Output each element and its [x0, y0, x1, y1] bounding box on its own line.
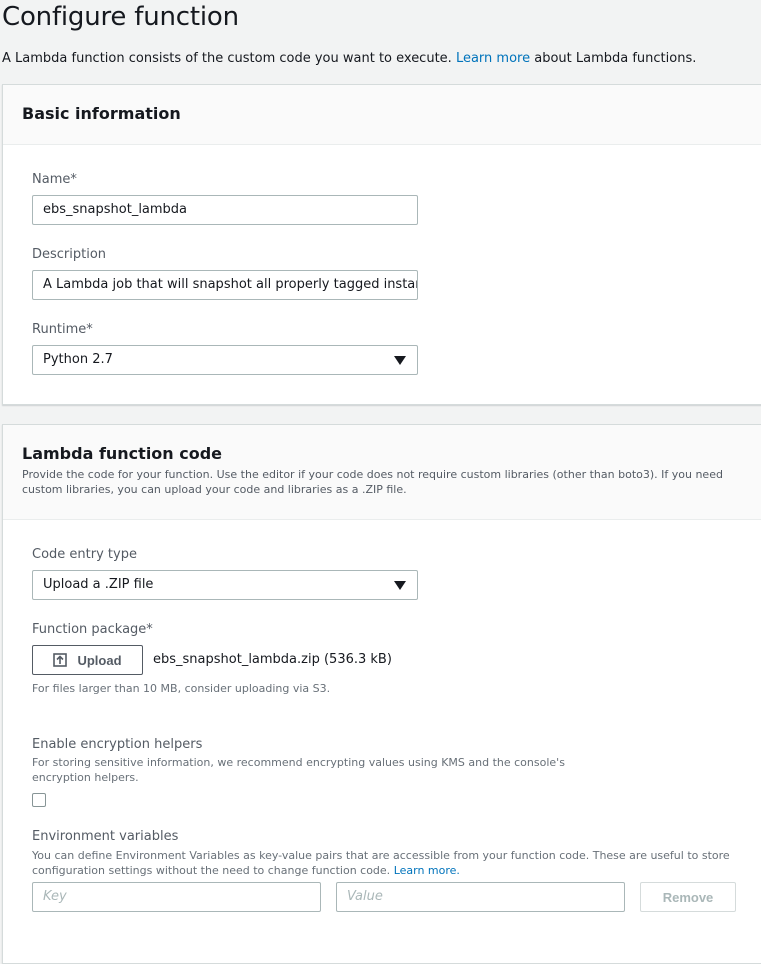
env-value-input[interactable]: Value — [336, 882, 625, 912]
runtime-select[interactable]: Python 2.7 — [32, 345, 418, 375]
caret-down-icon — [394, 356, 406, 365]
environment-variables-label: Environment variables — [32, 829, 179, 844]
code-entry-type-value: Upload a .ZIP file — [43, 577, 154, 592]
upload-button-label: Upload — [77, 652, 122, 668]
function-code-title: Lambda function code — [22, 444, 223, 463]
intro-text-before: A Lambda function consists of the custom… — [2, 51, 452, 66]
function-package-label: Function package* — [32, 622, 153, 637]
code-entry-type-label: Code entry type — [32, 547, 137, 562]
basic-information-title: Basic information — [22, 104, 181, 123]
intro-text-after: about Lambda functions. — [534, 51, 697, 66]
function-code-description: Provide the code for your function. Use … — [22, 468, 723, 496]
basic-information-header: Basic information — [3, 85, 761, 145]
intro-text: A Lambda function consists of the custom… — [2, 51, 696, 66]
encryption-helpers-checkbox[interactable] — [32, 793, 46, 807]
code-entry-type-select[interactable]: Upload a .ZIP file — [32, 570, 418, 600]
description-label: Description — [32, 247, 107, 262]
upload-icon — [53, 653, 68, 667]
encryption-helpers-label: Enable encryption helpers — [32, 737, 203, 752]
function-code-panel: Lambda function code Provide the code fo… — [2, 424, 761, 964]
runtime-label: Runtime* — [32, 322, 93, 337]
environment-variables-help-text: You can define Environment Variables as … — [32, 849, 730, 877]
uploaded-file-name: ebs_snapshot_lambda.zip (536.3 kB) — [153, 652, 392, 667]
caret-down-icon — [394, 581, 406, 590]
basic-information-panel: Basic information Name* ebs_snapshot_lam… — [2, 84, 761, 405]
upload-button[interactable]: Upload — [32, 645, 143, 675]
name-input[interactable]: ebs_snapshot_lambda — [32, 195, 418, 225]
function-code-header: Lambda function code Provide the code fo… — [3, 425, 761, 520]
env-key-input[interactable]: Key — [32, 882, 321, 912]
name-label: Name* — [32, 172, 77, 187]
page-title: Configure function — [2, 2, 239, 32]
remove-env-button[interactable]: Remove — [640, 882, 736, 912]
environment-learn-more-link[interactable]: Learn more. — [394, 864, 460, 877]
runtime-value: Python 2.7 — [43, 352, 113, 367]
learn-more-link[interactable]: Learn more — [456, 51, 530, 66]
s3-hint: For files larger than 10 MB, consider up… — [32, 682, 331, 695]
environment-variables-help: You can define Environment Variables as … — [32, 848, 732, 878]
encryption-helpers-help: For storing sensitive information, we re… — [32, 756, 565, 784]
description-input[interactable]: A Lambda job that will snapshot all prop… — [32, 270, 418, 300]
